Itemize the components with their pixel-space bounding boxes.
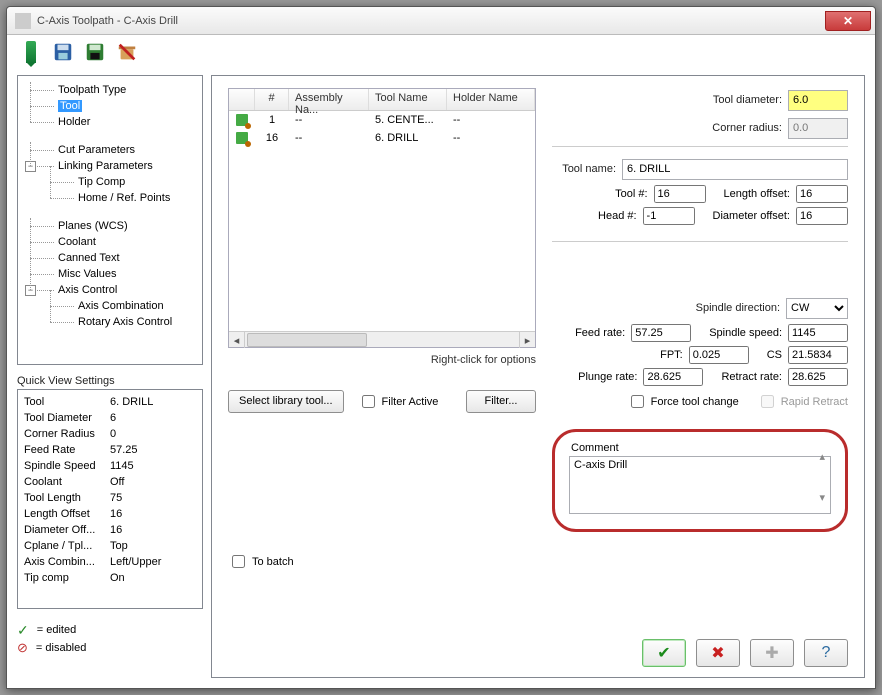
plunge-rate-input xyxy=(643,368,703,386)
grid-header: # Assembly Na... Tool Name Holder Name xyxy=(229,89,535,111)
tree-home-ref[interactable]: Home / Ref. Points xyxy=(22,190,198,206)
tool-row-icon xyxy=(229,132,255,144)
delete-icon[interactable] xyxy=(115,40,139,64)
fpt-input[interactable] xyxy=(689,346,749,364)
help-button[interactable]: ? xyxy=(804,639,848,667)
table-row[interactable]: 16 -- 6. DRILL -- xyxy=(229,129,535,147)
tree-misc-values[interactable]: Misc Values xyxy=(22,266,198,282)
corner-radius-input xyxy=(788,118,848,139)
cs-input[interactable] xyxy=(788,346,848,364)
tool-parameters: Tool diameter: Corner radius: Tool name:… xyxy=(542,88,848,532)
filter-button[interactable]: Filter... xyxy=(466,390,536,413)
tree-planes[interactable]: Planes (WCS) xyxy=(22,218,198,234)
tree-axis-control[interactable]: −Axis Control xyxy=(22,282,198,298)
scroll-down-icon[interactable]: ▾ xyxy=(819,491,825,504)
legend: ✓= edited ⊘= disabled xyxy=(17,621,203,657)
titlebar: C-Axis Toolpath - C-Axis Drill ✕ xyxy=(7,7,875,35)
table-row[interactable]: 1 -- 5. CENTE... -- xyxy=(229,111,535,129)
nav-tree[interactable]: Toolpath Type Tool Holder Cut Parameters… xyxy=(17,75,203,365)
force-tool-change-checkbox[interactable]: Force tool change xyxy=(627,392,739,411)
collapse-icon[interactable]: − xyxy=(25,161,36,172)
tool-list-grid[interactable]: # Assembly Na... Tool Name Holder Name 1… xyxy=(228,88,536,348)
to-batch-checkbox[interactable]: To batch xyxy=(228,552,848,571)
check-icon: ✓ xyxy=(17,622,29,639)
save-icon[interactable] xyxy=(51,40,75,64)
tool-row-icon xyxy=(229,114,255,126)
spindle-speed-input[interactable] xyxy=(788,324,848,342)
close-button[interactable]: ✕ xyxy=(825,11,871,31)
dialog-buttons: ✔ ✖ ✚ ? xyxy=(642,639,848,667)
tree-toolpath-type[interactable]: Toolpath Type xyxy=(22,82,198,98)
retract-rate-input xyxy=(788,368,848,386)
select-library-tool-button[interactable]: Select library tool... xyxy=(228,390,344,413)
comment-textarea[interactable]: C-axis Drill xyxy=(569,456,831,514)
add-button[interactable]: ✚ xyxy=(750,639,794,667)
window-title: C-Axis Toolpath - C-Axis Drill xyxy=(37,15,825,27)
collapse-icon[interactable]: − xyxy=(25,285,36,296)
feed-rate-input[interactable] xyxy=(631,324,691,342)
ok-button[interactable]: ✔ xyxy=(642,639,686,667)
quick-view-panel: Tool6. DRILL Tool Diameter6 Corner Radiu… xyxy=(17,389,203,609)
save-alt-icon[interactable] xyxy=(83,40,107,64)
scroll-right-icon[interactable]: ▸ xyxy=(519,332,535,348)
tree-tip-comp[interactable]: Tip Comp xyxy=(22,174,198,190)
tree-holder[interactable]: Holder xyxy=(22,114,198,130)
disabled-icon: ⊘ xyxy=(17,640,28,656)
tree-coolant[interactable]: Coolant xyxy=(22,234,198,250)
tool-name-input[interactable] xyxy=(622,159,848,180)
tree-linking-parameters[interactable]: −Linking Parameters xyxy=(22,158,198,174)
filter-active-checkbox[interactable]: Filter Active xyxy=(358,392,439,411)
quick-view-title: Quick View Settings xyxy=(17,375,203,387)
toolbar xyxy=(7,35,875,69)
spindle-direction-select[interactable]: CW xyxy=(786,298,848,319)
dialog-window: C-Axis Toolpath - C-Axis Drill ✕ Toolpat… xyxy=(6,6,876,689)
tree-canned-text[interactable]: Canned Text xyxy=(22,250,198,266)
main-panel: # Assembly Na... Tool Name Holder Name 1… xyxy=(211,75,865,678)
tool-number-input[interactable] xyxy=(654,185,706,203)
scroll-left-icon[interactable]: ◂ xyxy=(229,332,245,348)
comment-group: Comment C-axis Drill ▴ ▾ xyxy=(552,429,848,532)
tool-diameter-input[interactable] xyxy=(788,90,848,111)
scroll-thumb[interactable] xyxy=(247,333,367,347)
tree-cut-parameters[interactable]: Cut Parameters xyxy=(22,142,198,158)
cancel-button[interactable]: ✖ xyxy=(696,639,740,667)
tree-tool[interactable]: Tool xyxy=(22,98,198,114)
grid-hint: Right-click for options xyxy=(228,354,536,366)
head-number-input[interactable] xyxy=(643,207,695,225)
scroll-up-icon[interactable]: ▴ xyxy=(819,450,825,463)
tree-axis-combination[interactable]: Axis Combination xyxy=(22,298,198,314)
length-offset-input[interactable] xyxy=(796,185,848,203)
tool-icon[interactable] xyxy=(19,40,43,64)
tree-rotary-axis[interactable]: Rotary Axis Control xyxy=(22,314,198,330)
app-icon xyxy=(15,13,31,29)
comment-label: Comment xyxy=(571,442,831,454)
horizontal-scrollbar[interactable]: ◂ ▸ xyxy=(229,331,535,347)
rapid-retract-checkbox: Rapid Retract xyxy=(757,392,848,411)
diameter-offset-input xyxy=(796,207,848,225)
